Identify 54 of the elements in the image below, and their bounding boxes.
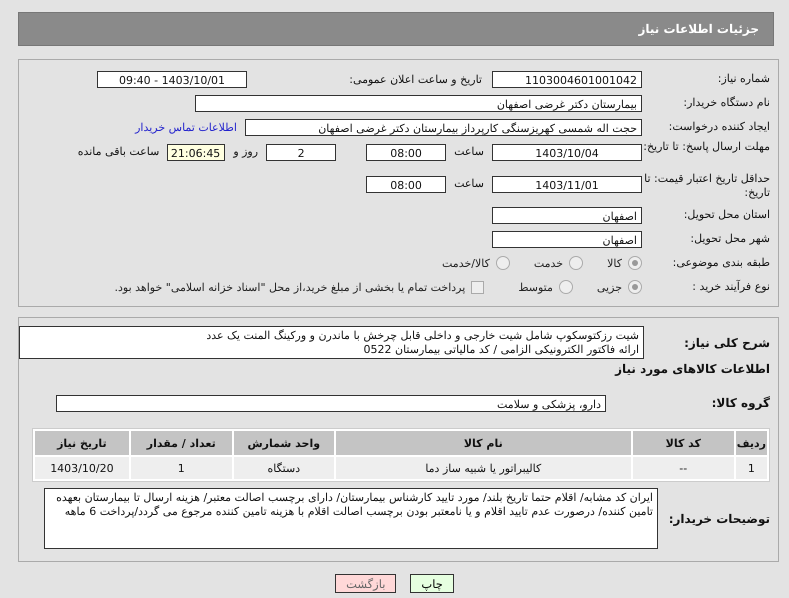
field-label: ساعت (454, 145, 484, 158)
table-cell: 1 (736, 457, 767, 479)
print-button[interactable]: چاپ (410, 574, 454, 593)
radio-button[interactable] (558, 280, 573, 294)
column-header: ردیف (736, 431, 767, 455)
radio-button[interactable] (569, 256, 584, 270)
page-title: جزئیات اطلاعات نیاز (638, 22, 759, 36)
countdown-field: 21:06:45 (167, 144, 226, 161)
date-field: 1403/10/04 (492, 144, 642, 161)
field-label: حداقل تاریخ اعتبار قیمت: تا تاریخ: (643, 172, 770, 201)
radio-button[interactable] (496, 256, 510, 270)
table-cell: 1403/10/20 (35, 457, 129, 479)
radio-button[interactable] (628, 256, 642, 270)
column-header: نام کالا (336, 431, 631, 455)
field-label: نوع فرآیند خرید : (691, 280, 770, 294)
radio-label: کالا/خدمت (442, 256, 490, 270)
notes-box: ایران کد مشابه/ اقلام حتما تاریخ بلند/ مورد تایید کارشناس بیمارستان/ دارای برچسب اصالت معتبر/ هزینه ارسال تا بیمارستان بعهده تامین کننده/ درصورت عدم تایید اقلام و یا نامعتبر بودن برچسب اصالت اقلام با هزینه تامین کننده مرجوع می گردد/پرداخت 6 ماهه (44, 488, 658, 549)
section-title: اطلاعات کالاهای مورد نیاز (614, 362, 770, 376)
radio-label: خدمت (534, 256, 564, 270)
time-field: 08:00 (366, 176, 446, 193)
field-label: توضیحات خریدار: (668, 512, 770, 526)
table-cell: 1 (130, 457, 232, 479)
radio-button[interactable] (628, 280, 642, 294)
column-header: واحد شمارش (234, 431, 334, 455)
table-cell: -- (632, 457, 734, 479)
table-cell: کالیبراتور یا شبیه ساز دما (336, 457, 631, 479)
checkbox-label: پرداخت تمام یا بخشی از مبلغ خرید،از محل "اسناد خزانه اسلامی" خواهد بود. (114, 280, 466, 294)
description-box: شیت رزکتوسکوپ شامل شیت خارجی و داخلی قابل چرخش با ماندرن و ورکینگ المنت یک عدد ارائه فاکتور الکترونیکی الزامی / کد مالیاتی بیمارستان 0522 (19, 326, 644, 359)
field-label: تاریخ و ساعت اعلان عمومی: (348, 72, 482, 86)
contact-link[interactable]: اطلاعات تماس خریدار (135, 120, 237, 134)
checkbox[interactable] (471, 280, 484, 294)
field-label: شهر محل تحویل: (689, 232, 770, 246)
radio-label: کالا (607, 256, 622, 270)
radio-label: جزیی (596, 280, 622, 294)
radio-label: متوسط (518, 280, 553, 294)
days-field: 2 (266, 144, 336, 161)
column-header: کد کالا (632, 431, 734, 455)
column-header: تعداد / مقدار (130, 431, 232, 455)
field-label: روز و (233, 145, 258, 158)
field-label: شماره نیاز: (716, 72, 770, 86)
field-label: گروه کالا: (710, 396, 770, 410)
field-label: ساعت (454, 177, 484, 190)
column-header: تاریخ نیاز (35, 431, 129, 455)
field-label: ساعت باقی مانده (78, 145, 160, 158)
date-field: 1403/11/01 (492, 176, 642, 193)
field-label: ایجاد کننده درخواست: (668, 120, 770, 134)
field-label: شرح کلی نیاز: (683, 336, 770, 350)
back-button[interactable]: بازگشت (335, 574, 396, 593)
field-label: مهلت ارسال پاسخ: تا تاریخ: (642, 140, 770, 154)
time-field: 08:00 (366, 144, 446, 161)
field-label: طبقه بندی موضوعی: (672, 256, 770, 270)
field-label: نام دستگاه خریدار: (682, 96, 770, 110)
table-cell: دستگاه (234, 457, 334, 479)
field-label: استان محل تحویل: (682, 208, 770, 222)
